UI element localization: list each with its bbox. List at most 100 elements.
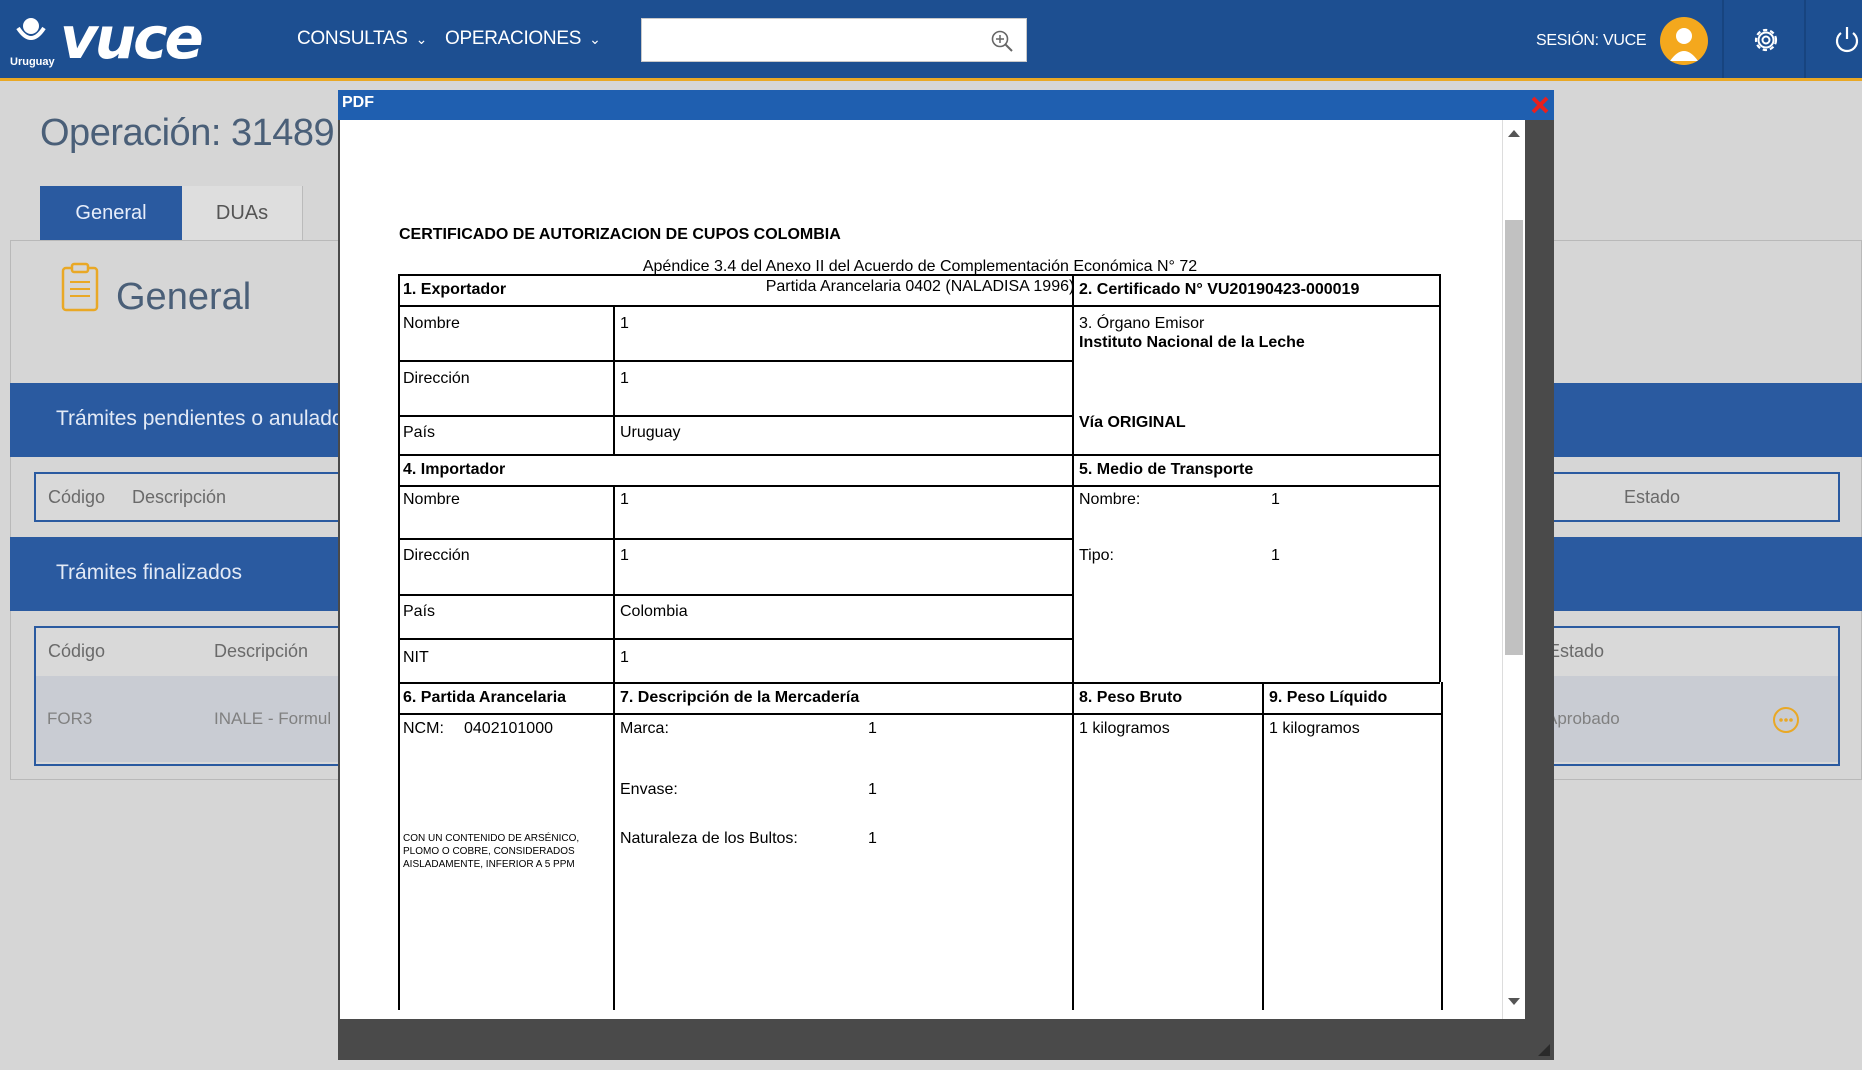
column-header-codigo: Código (48, 487, 106, 507)
user-icon (1670, 28, 1698, 61)
table-border (398, 274, 1440, 276)
transporte-tipo: 1 (1271, 547, 1280, 564)
exportador-pais: Uruguay (620, 424, 681, 441)
finished-title: Trámites finalizados (56, 561, 242, 584)
table-border (398, 415, 1073, 417)
marca-label: Marca: (620, 720, 669, 737)
table-border (398, 485, 1440, 487)
table-border (398, 305, 1440, 307)
importador-heading: 4. Importador (403, 461, 506, 478)
more-options-icon[interactable] (1772, 706, 1800, 734)
table-border (398, 594, 1073, 596)
partida-note-1: CON UN CONTENIDO DE ARSÉNICO, (403, 833, 580, 844)
exportador-heading: 1. Exportador (403, 281, 507, 298)
nav-operaciones[interactable]: OPERACIONES ⌄ (445, 28, 601, 50)
mercaderia-heading: 7. Descripción de la Mercadería (620, 689, 860, 706)
vuce-logo[interactable]: Uruguay vuce (10, 4, 220, 72)
modal-header[interactable]: PDF (338, 90, 1554, 120)
certificate-page: CERTIFICADO DE AUTORIZACION DE CUPOS COL… (348, 120, 1492, 1010)
transporte-heading: 5. Medio de Transporte (1079, 461, 1254, 478)
top-bar: Uruguay vuce CONSULTAS ⌄ OPERACIONES ⌄ SES… (0, 0, 1862, 81)
table-border (398, 538, 1073, 540)
column-header-estado: Estado (1548, 641, 1605, 661)
search-input[interactable] (641, 18, 1027, 62)
table-border (1439, 274, 1441, 682)
exportador-nombre: 1 (620, 315, 629, 332)
importador-direccion-label: Dirección (403, 547, 470, 564)
partida-heading: 6. Partida Arancelaria (403, 689, 567, 706)
row-codigo: FOR3 (47, 709, 93, 728)
close-icon[interactable] (1528, 93, 1552, 117)
organo-label: 3. Órgano Emisor (1079, 315, 1205, 332)
ncm-label: NCM: (403, 720, 444, 737)
partida-note-3: AISLADAMENTE, INFERIOR A 5 PPM (403, 859, 575, 870)
divider (1722, 0, 1724, 78)
table-border (398, 713, 1442, 715)
logo-text: vuce (60, 4, 204, 72)
envase-value: 1 (868, 781, 877, 798)
avatar[interactable] (1660, 17, 1708, 65)
column-header-descripcion: Descripción (132, 487, 227, 507)
row-descripcion: INALE - Formul (214, 709, 332, 728)
table-border (398, 682, 1440, 684)
importador-nombre: 1 (620, 491, 629, 508)
scroll-thumb[interactable] (1505, 220, 1523, 655)
modal-title: PDF (342, 94, 374, 111)
table-border (613, 485, 615, 682)
importador-nombre-label: Nombre (403, 491, 460, 508)
pending-title: Trámites pendientes o anulados (56, 407, 355, 430)
via-original: Vía ORIGINAL (1079, 414, 1186, 431)
naturaleza-value: 1 (868, 830, 877, 847)
importador-pais: Colombia (620, 603, 688, 620)
nav-consultas[interactable]: CONSULTAS ⌄ (297, 28, 427, 50)
uruguay-sun-icon (16, 18, 46, 40)
scroll-up-arrow-icon[interactable] (1508, 130, 1520, 137)
certificado-heading: 2. Certificado N° VU20190423-000019 (1079, 281, 1360, 298)
power-icon[interactable] (1831, 24, 1862, 56)
zoom-search-icon[interactable] (990, 29, 1014, 53)
transporte-nombre: 1 (1271, 491, 1280, 508)
resize-grip-icon[interactable] (1538, 1044, 1550, 1056)
peso-bruto-heading: 8. Peso Bruto (1079, 689, 1183, 706)
table-border (398, 638, 1073, 640)
column-header-codigo: Código (48, 641, 106, 661)
page-title: Operación: 31489 (40, 112, 335, 154)
scroll-down-arrow-icon[interactable] (1508, 998, 1520, 1005)
table-border (398, 454, 1440, 456)
nav-consultas-label: CONSULTAS (297, 28, 408, 49)
exportador-direccion: 1 (620, 370, 629, 387)
table-border (398, 274, 400, 1010)
gear-icon[interactable] (1750, 24, 1782, 56)
importador-nit-label: NIT (403, 649, 429, 666)
tab-general[interactable]: General (40, 186, 182, 240)
nav-operaciones-label: OPERACIONES (445, 28, 582, 49)
column-header-descripcion: Descripción (214, 641, 309, 661)
exportador-pais-label: País (403, 424, 436, 441)
importador-pais-label: País (403, 603, 436, 620)
table-border (1262, 682, 1264, 1010)
organo-value: Instituto Nacional de la Leche (1079, 334, 1305, 351)
pdf-scrollbar[interactable] (1502, 120, 1525, 1019)
table-border (398, 360, 1073, 362)
certificate-title: CERTIFICADO DE AUTORIZACION DE CUPOS COL… (399, 226, 841, 243)
envase-label: Envase: (620, 781, 678, 798)
column-header-estado: Estado (1624, 487, 1681, 507)
naturaleza-label: Naturaleza de los Bultos: (620, 830, 798, 847)
table-border (613, 305, 615, 454)
logo-country: Uruguay (10, 56, 55, 68)
section-title: General (116, 276, 252, 318)
pdf-viewer[interactable]: CERTIFICADO DE AUTORIZACION DE CUPOS COL… (340, 120, 1525, 1019)
session-label: SESIÓN: VUCE (1536, 32, 1647, 49)
table-border (1072, 274, 1074, 1010)
transporte-tipo-label: Tipo: (1079, 547, 1114, 564)
table-border (1441, 682, 1443, 1010)
ncm-value: 0402101000 (464, 720, 553, 737)
exportador-direccion-label: Dirección (403, 370, 470, 387)
marca-value: 1 (868, 720, 877, 737)
pdf-modal: PDF CERTIFICADO DE AUTORIZACION DE CUPOS… (338, 90, 1554, 1060)
table-border (613, 682, 615, 1010)
tab-duas[interactable]: DUAs (182, 186, 303, 240)
transporte-nombre-label: Nombre: (1079, 491, 1141, 508)
peso-bruto-value: 1 kilogramos (1079, 720, 1170, 737)
chevron-down-icon: ⌄ (415, 31, 428, 47)
